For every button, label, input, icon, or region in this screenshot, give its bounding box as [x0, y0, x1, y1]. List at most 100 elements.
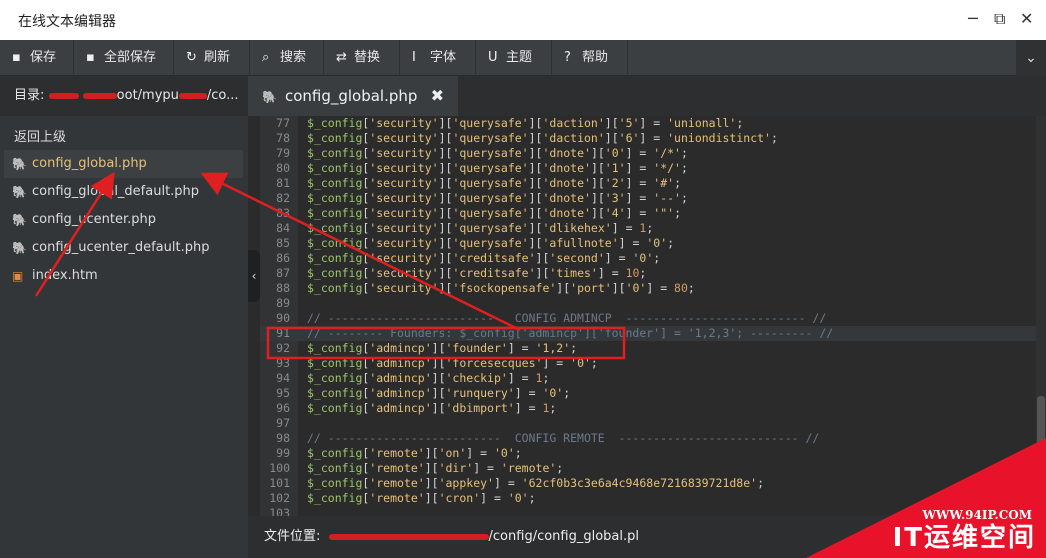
chevron-down-icon[interactable]: ⌄	[1016, 40, 1046, 76]
code-text[interactable]: // ------------------------- CONFIG ADMI…	[307, 311, 826, 326]
theme-icon: U	[488, 50, 498, 65]
file-location-label: 文件位置:	[264, 529, 321, 544]
file-sidebar: 目录: oot/mypu/co... 返回上级 🐘 config_global.p…	[0, 76, 248, 558]
code-line[interactable]: 84 $_config['security']['querysafe']['dli…	[260, 221, 1036, 236]
help-icon: ?	[564, 50, 571, 65]
code-text[interactable]: $_config['security']['creditsafe']['time…	[307, 266, 646, 281]
php-file-icon: 🐘	[12, 185, 27, 199]
code-text[interactable]: $_config['admincp']['founder'] = '1,2';	[307, 341, 577, 356]
code-line[interactable]: 93 $_config['admincp']['forcesecques'] = …	[260, 356, 1036, 371]
collapse-sidebar-icon[interactable]: ‹	[248, 250, 260, 302]
line-number: 89	[276, 296, 290, 310]
line-number: 101	[269, 476, 290, 490]
theme-button[interactable]: U 主题	[476, 40, 552, 76]
code-text[interactable]: $_config['security']['querysafe']['dacti…	[307, 116, 743, 131]
code-line[interactable]: 87 $_config['security']['creditsafe']['ti…	[260, 266, 1036, 281]
code-text[interactable]: $_config['security']['querysafe']['dnote…	[307, 176, 681, 191]
line-number: 85	[276, 236, 290, 250]
code-text[interactable]: $_config['admincp']['forcesecques'] = '0…	[307, 356, 598, 371]
code-line[interactable]: 80 $_config['security']['querysafe']['dno…	[260, 161, 1036, 176]
code-line[interactable]: 88 $_config['security']['fsockopensafe'][…	[260, 281, 1036, 296]
php-file-icon: 🐘	[12, 213, 27, 227]
code-text[interactable]: $_config['security']['creditsafe']['seco…	[307, 251, 660, 266]
code-line[interactable]: 97	[260, 416, 1036, 431]
code-text[interactable]: $_config['admincp']['dbimport'] = 1;	[307, 401, 556, 416]
line-number: 103	[269, 506, 290, 516]
line-number: 95	[276, 386, 290, 400]
file-item-config-ucenter-default[interactable]: 🐘 config_ucenter_default.php	[4, 234, 243, 262]
code-line[interactable]: 77 $_config['security']['querysafe']['dac…	[260, 116, 1036, 131]
php-file-icon: 🐘	[262, 90, 277, 104]
maximize-icon[interactable]: ⧉	[994, 9, 1005, 29]
line-number: 99	[276, 446, 290, 460]
file-name: config_ucenter_default.php	[32, 240, 210, 255]
directory-path-end: /co...	[206, 88, 239, 103]
code-line[interactable]: 82 $_config['security']['querysafe']['dno…	[260, 191, 1036, 206]
refresh-button[interactable]: ↻ 刷新	[174, 40, 250, 76]
minimize-icon[interactable]: ─	[968, 9, 978, 28]
font-icon: I	[412, 50, 416, 65]
code-line[interactable]: 81 $_config['security']['querysafe']['dno…	[260, 176, 1036, 191]
code-text[interactable]: $_config['security']['querysafe']['dnote…	[307, 191, 688, 206]
code-text[interactable]: $_config['security']['querysafe']['afull…	[307, 236, 674, 251]
save-button[interactable]: ▪ 保存	[0, 40, 74, 76]
tab-bar: 🐘 config_global.php ✖	[248, 76, 1046, 116]
line-number: 78	[276, 131, 290, 145]
code-text[interactable]: $_config['security']['querysafe']['dnote…	[307, 206, 681, 221]
close-tab-icon[interactable]: ✖	[431, 76, 444, 116]
save-all-button[interactable]: ▪ 全部保存	[74, 40, 174, 76]
line-number: 79	[276, 146, 290, 160]
code-text[interactable]: $_config['security']['querysafe']['dlike…	[307, 221, 653, 236]
code-line[interactable]: 86 $_config['security']['creditsafe']['se…	[260, 251, 1036, 266]
line-number: 90	[276, 311, 290, 325]
code-text[interactable]: // ------------------------- CONFIG REMO…	[307, 431, 819, 446]
file-item-config-ucenter[interactable]: 🐘 config_ucenter.php	[4, 206, 243, 234]
line-number: 81	[276, 176, 290, 190]
code-line[interactable]: 96 $_config['admincp']['dbimport'] = 1;	[260, 401, 1036, 416]
line-number: 93	[276, 356, 290, 370]
code-line[interactable]: 89	[260, 296, 1036, 311]
code-text[interactable]: $_config['admincp']['runquery'] = '0';	[307, 386, 570, 401]
replace-icon: ⇄	[336, 50, 347, 65]
code-line[interactable]: 78 $_config['security']['querysafe']['dac…	[260, 131, 1036, 146]
code-text[interactable]: // -------- Founders: $_config['admincp'…	[307, 326, 833, 341]
watermark: WWW.94IP.COM IT运维空间	[806, 438, 1046, 558]
tab-config-global[interactable]: 🐘 config_global.php ✖	[248, 76, 458, 116]
font-button[interactable]: I 字体	[400, 40, 476, 76]
line-number: 88	[276, 281, 290, 295]
theme-label: 主题	[506, 50, 533, 65]
replace-button[interactable]: ⇄ 替换	[324, 40, 400, 76]
back-up-link[interactable]: 返回上级	[14, 126, 66, 145]
code-text[interactable]: $_config['remote']['dir'] = 'remote';	[307, 461, 563, 476]
code-line[interactable]: 94 $_config['admincp']['checkip'] = 1;	[260, 371, 1036, 386]
line-number: 77	[276, 116, 290, 130]
code-line[interactable]: 90 // ------------------------- CONFIG AD…	[260, 311, 1036, 326]
code-text[interactable]: $_config['security']['fsockopensafe']['p…	[307, 281, 695, 296]
file-item-config-global-default[interactable]: 🐘 config_global_default.php	[4, 178, 243, 206]
help-button[interactable]: ? 帮助	[552, 40, 628, 76]
php-file-icon: 🐘	[12, 241, 27, 255]
code-text[interactable]: $_config['admincp']['checkip'] = 1;	[307, 371, 549, 386]
code-text[interactable]: $_config['security']['querysafe']['dnote…	[307, 146, 688, 161]
title-bar: 在线文本编辑器 ─ ⧉ ✕	[0, 0, 1046, 40]
file-item-config-global[interactable]: 🐘 config_global.php	[4, 150, 243, 178]
search-icon: ⌕	[262, 50, 270, 65]
code-line[interactable]: 83 $_config['security']['querysafe']['dno…	[260, 206, 1036, 221]
toolbar: ▪ 保存 ▪ 全部保存 ↻ 刷新 ⌕ 搜索 ⇄ 替换 I 字体 U 主题 ? 帮助 ⌄	[0, 40, 1046, 76]
close-icon[interactable]: ✕	[1020, 9, 1033, 28]
code-line[interactable]: 85 $_config['security']['querysafe']['afu…	[260, 236, 1036, 251]
code-text[interactable]: $_config['security']['querysafe']['dnote…	[307, 161, 688, 176]
code-text[interactable]: $_config['security']['querysafe']['dacti…	[307, 131, 778, 146]
code-text[interactable]: $_config['remote']['cron'] = '0';	[307, 491, 536, 506]
code-text[interactable]: $_config['remote']['appkey'] = '62cf0b3c…	[307, 476, 764, 491]
file-item-index-htm[interactable]: ▣ index.htm	[4, 262, 243, 290]
line-number: 92	[276, 341, 290, 355]
tab-label: config_global.php	[284, 87, 418, 105]
code-line[interactable]: 91 // -------- Founders: $_config['adminc…	[260, 326, 1036, 341]
code-line[interactable]: 92 $_config['admincp']['founder'] = '1,2'…	[260, 341, 1036, 356]
code-line[interactable]: 95 $_config['admincp']['runquery'] = '0';	[260, 386, 1036, 401]
code-text[interactable]: $_config['remote']['on'] = '0';	[307, 446, 522, 461]
line-number: 102	[269, 491, 290, 505]
search-button[interactable]: ⌕ 搜索	[250, 40, 324, 76]
code-line[interactable]: 79 $_config['security']['querysafe']['dno…	[260, 146, 1036, 161]
